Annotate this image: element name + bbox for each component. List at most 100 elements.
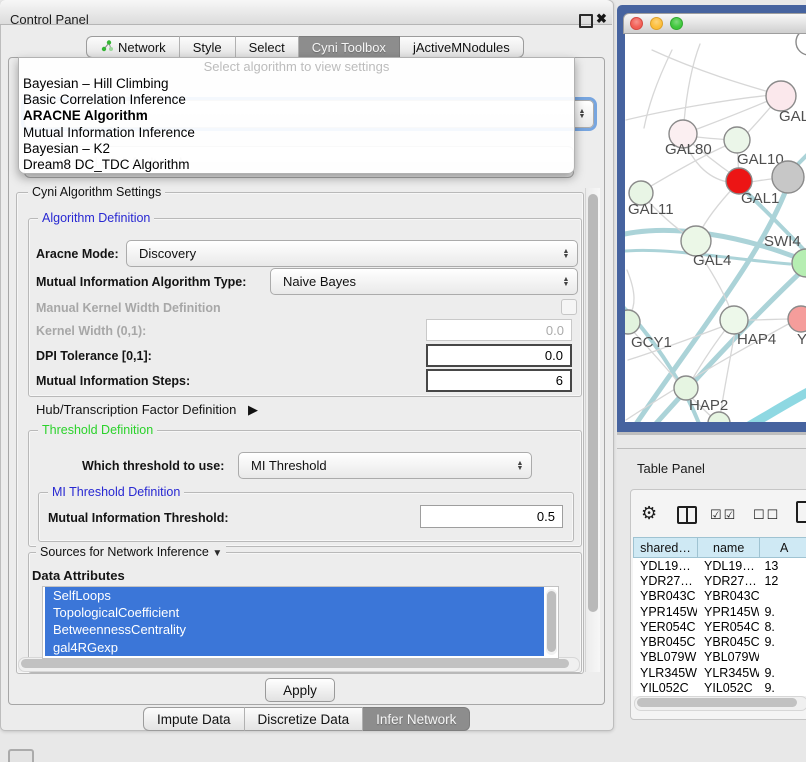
tab-select[interactable]: Select (236, 36, 299, 58)
control-panel-tabbar: NetworkStyleSelectCyni ToolboxjActiveMNo… (86, 36, 524, 58)
tab-cyni-toolbox[interactable]: Cyni Toolbox (299, 36, 400, 58)
manual-kernel-checkbox[interactable] (561, 299, 577, 315)
network-node-hap4[interactable] (720, 306, 748, 334)
column-view-icon[interactable] (677, 506, 697, 524)
tab-infer-network[interactable]: Infer Network (363, 707, 470, 731)
settings-vscrollbar[interactable] (585, 188, 600, 672)
table-row[interactable]: YLR345WYLR345W9. (633, 665, 806, 680)
table-hscrollbar[interactable] (634, 696, 806, 711)
settings-hscrollbar[interactable] (18, 657, 580, 672)
table-row[interactable]: YER054CYER054C8. (633, 619, 806, 634)
mi-type-label: Mutual Information Algorithm Type: (36, 275, 246, 289)
deselect-all-icon[interactable]: ☐☐ (753, 507, 780, 523)
data-attributes-label: Data Attributes (32, 568, 125, 583)
close-icon[interactable]: ✖ (596, 11, 607, 27)
aracne-mode-label: Aracne Mode: (36, 247, 119, 261)
table-cell: YDL19… (697, 558, 759, 573)
screen: Control Panel ✖ NetworkStyleSelectCyni T… (0, 0, 806, 762)
table-cell: YBR043C (697, 589, 759, 604)
close-light[interactable] (630, 17, 643, 30)
file-icon[interactable] (796, 501, 806, 523)
network-node-label: SWI4 (764, 233, 801, 250)
select-all-icon[interactable]: ☑☑ (710, 507, 737, 523)
table-cell (759, 650, 806, 665)
network-edge (636, 182, 789, 422)
table-cell: YIL052C (697, 680, 759, 695)
table-cell: YIL052C (633, 680, 697, 695)
algorithm-option-bayesian-hill-climbing[interactable]: Bayesian – Hill Climbing (19, 75, 574, 91)
algorithm-option-aracne-algorithm[interactable]: ARACNE Algorithm (19, 108, 574, 124)
network-node-swi4[interactable] (792, 249, 806, 277)
which-threshold-combobox[interactable]: MI Threshold ▲▼ (238, 452, 532, 479)
float-window-icon[interactable] (579, 14, 593, 28)
table-cell: YDL19… (633, 558, 697, 573)
column-header-a[interactable]: A (759, 537, 806, 558)
table-cell: YLR345W (633, 665, 697, 680)
algorithm-dropdown-popup: Select algorithm to view settings Bayesi… (18, 57, 575, 174)
tab-impute-data[interactable]: Impute Data (143, 707, 245, 731)
tab-network[interactable]: Network (86, 36, 180, 58)
column-header-name[interactable]: name (697, 537, 759, 558)
kernel-width-label: Kernel Width (0,1): (36, 324, 146, 338)
stepper-arrows-icon: ▲▼ (513, 461, 527, 471)
sources-title[interactable]: Sources for Network Inference ▼ (36, 545, 226, 559)
gear-icon[interactable]: ⚙ (641, 503, 657, 524)
network-node[interactable] (796, 34, 806, 55)
tab-jactivemnodules[interactable]: jActiveMNodules (400, 36, 524, 58)
mi-steps-field[interactable]: 6 (426, 369, 572, 392)
docked-panel-icon[interactable] (8, 749, 34, 762)
network-node-gcy1[interactable] (625, 310, 640, 334)
network-node-gal[interactable] (766, 81, 796, 111)
algorithm-option-basic-correlation-inference[interactable]: Basic Correlation Inference (19, 91, 574, 107)
threshold-definition-title: Threshold Definition (38, 423, 157, 437)
network-node-gal10[interactable] (724, 127, 750, 153)
zoom-light[interactable] (670, 17, 683, 30)
mi-type-combobox[interactable]: Naive Bayes ▲▼ (270, 268, 578, 295)
dpi-tolerance-field[interactable]: 0.0 (426, 344, 572, 367)
control-panel-titlebar[interactable] (0, 0, 612, 25)
network-node[interactable] (772, 161, 804, 193)
table-row[interactable]: YIL052CYIL052C9. (633, 680, 806, 695)
network-canvas[interactable]: GALGAL80GAL10GAL1GAL11GAL4SWI4GCY1HAP4YH… (625, 34, 806, 422)
table-cell: 9. (759, 665, 806, 680)
data-attribute-option-gal4rgexp[interactable]: gal4RGexp (45, 639, 544, 656)
table-cell: YBR043C (633, 589, 697, 604)
table-row[interactable]: YPR145WYPR145W9. (633, 604, 806, 619)
data-attribute-option-selfloops[interactable]: SelfLoops (45, 587, 544, 604)
table-row[interactable]: YBR045CYBR045C9. (633, 634, 806, 649)
algorithm-option-dream8-dc-tdc-algorithm[interactable]: Dream8 DC_TDC Algorithm (19, 156, 574, 172)
data-attribute-option-topologicalcoefficient[interactable]: TopologicalCoefficient (45, 604, 544, 621)
table-cell: YER054C (697, 619, 759, 634)
data-attribute-option-betweennesscentrality[interactable]: BetweennessCentrality (45, 621, 544, 638)
table-row[interactable]: YDL19…YDL19…13 (633, 558, 806, 573)
network-edge (742, 390, 806, 422)
collapse-down-icon[interactable]: ▼ (212, 548, 222, 559)
table-row[interactable]: YBL079WYBL079W (633, 650, 806, 665)
hub-definition-toggle[interactable]: Hub/Transcription Factor Definition ▶ (36, 402, 258, 418)
list-scrollbar[interactable] (546, 589, 557, 655)
apply-button[interactable]: Apply (265, 678, 335, 702)
data-attributes-list[interactable]: SelfLoopsTopologicalCoefficientBetweenne… (42, 586, 559, 659)
dpi-tolerance-label: DPI Tolerance [0,1]: (36, 349, 152, 363)
mi-threshold-label: Mutual Information Threshold: (48, 511, 229, 525)
table-cell: YBL079W (633, 650, 697, 665)
table-row[interactable]: YBR043CYBR043C (633, 589, 806, 604)
algorithm-option-bayesian-k2[interactable]: Bayesian – K2 (19, 140, 574, 156)
aracne-mode-combobox[interactable]: Discovery ▲▼ (126, 240, 578, 267)
stepper-arrows-icon: ▲▼ (559, 277, 573, 287)
kernel-width-field[interactable]: 0.0 (426, 319, 572, 341)
tab-discretize-data[interactable]: Discretize Data (245, 707, 364, 731)
algorithm-hint: Select algorithm to view settings (19, 58, 574, 75)
network-node-y[interactable] (788, 306, 806, 332)
minimize-light[interactable] (650, 17, 663, 30)
table-body: YDL19…YDL19…13YDR27…YDR27…12YBR043CYBR04… (633, 558, 806, 696)
algorithm-option-mutual-information-inference[interactable]: Mutual Information Inference (19, 124, 574, 140)
table-row[interactable]: YDR27…YDR27…12 (633, 573, 806, 588)
column-header-shared-[interactable]: shared… (633, 537, 697, 558)
expand-right-icon[interactable]: ▶ (248, 402, 258, 417)
tab-style[interactable]: Style (180, 36, 236, 58)
window-shadow (617, 432, 806, 435)
table-cell: 9. (759, 680, 806, 695)
mi-threshold-field[interactable]: 0.5 (420, 505, 563, 528)
mi-threshold-title: MI Threshold Definition (48, 485, 184, 499)
